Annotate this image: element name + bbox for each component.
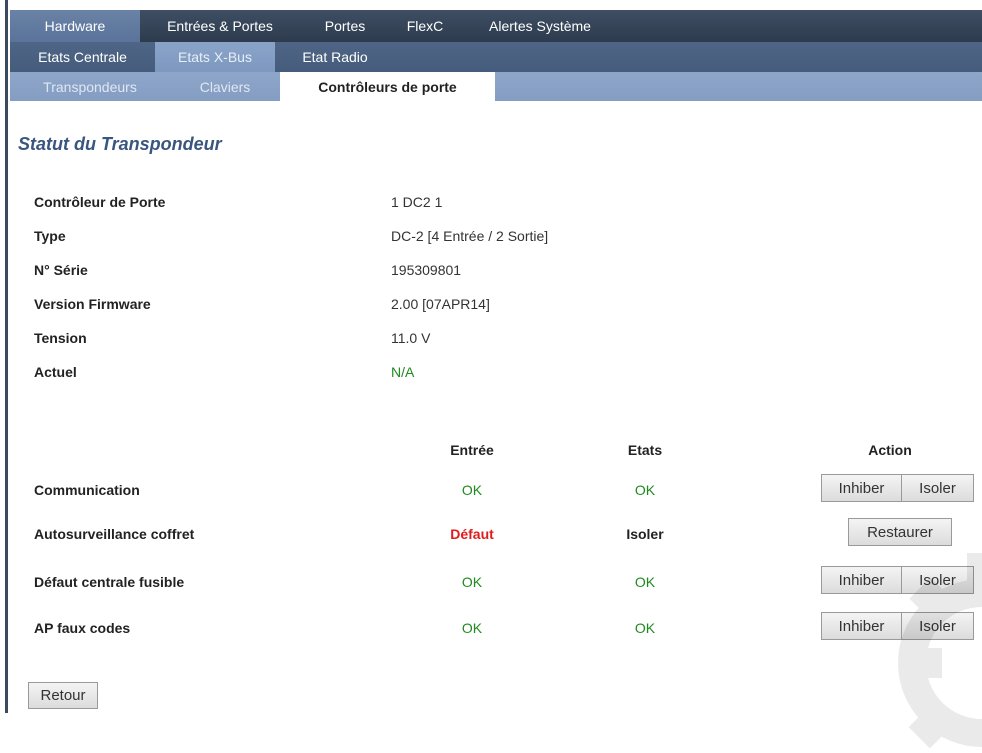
tab-portes[interactable]: Portes <box>300 10 390 42</box>
nav-row-status: Etats Centrale Etats X-Bus Etat Radio <box>10 42 982 72</box>
row-label: Communication <box>34 482 140 498</box>
input-status: OK <box>461 574 483 590</box>
tab-transpondeurs[interactable]: Transpondeurs <box>10 72 170 101</box>
controller-label: Contrôleur de Porte <box>34 194 166 210</box>
back-button[interactable]: Retour <box>28 682 98 709</box>
state-status: OK <box>634 482 656 498</box>
serial-value: 195309801 <box>391 262 462 278</box>
voltage-label: Tension <box>34 330 87 346</box>
state-status: OK <box>634 620 656 636</box>
tab-hardware[interactable]: Hardware <box>10 10 140 42</box>
isolate-button[interactable]: Isoler <box>902 474 974 502</box>
tab-etats-xbus[interactable]: Etats X-Bus <box>155 42 275 72</box>
tab-entrees-portes[interactable]: Entrées & Portes <box>140 10 300 42</box>
inhibit-button[interactable]: Inhiber <box>821 474 902 502</box>
serial-label: N° Série <box>34 262 88 278</box>
left-border <box>0 0 8 713</box>
current-value: N/A <box>391 364 415 380</box>
tab-alertes-systeme[interactable]: Alertes Système <box>460 10 620 42</box>
row-label: Autosurveillance coffret <box>34 526 195 542</box>
status-row-fuse-fault: Défaut centrale fusible OK OK Inhiber Is… <box>34 566 974 602</box>
status-row-false-codes: AP faux codes OK OK Inhiber Isoler <box>34 612 974 648</box>
row-label: AP faux codes <box>34 620 131 636</box>
tab-controleurs-de-porte[interactable]: Contrôleurs de porte <box>280 72 495 101</box>
input-status: OK <box>461 482 483 498</box>
state-status: OK <box>634 574 656 590</box>
firmware-value: 2.00 [07APR14] <box>391 296 490 312</box>
main-frame: Hardware Entrées & Portes Portes FlexC A… <box>10 0 982 749</box>
tab-etats-centrale[interactable]: Etats Centrale <box>10 42 155 72</box>
header-action: Action <box>868 442 912 458</box>
type-value: DC-2 [4 Entrée / 2 Sortie] <box>391 228 549 244</box>
action-buttons: Inhiber Isoler <box>821 474 974 502</box>
firmware-label: Version Firmware <box>34 296 151 312</box>
type-label: Type <box>34 228 66 244</box>
input-status: OK <box>461 620 483 636</box>
tab-claviers[interactable]: Claviers <box>170 72 280 101</box>
nav-row-xbus: Transpondeurs Claviers Contrôleurs de po… <box>10 72 982 101</box>
tab-etat-radio[interactable]: Etat Radio <box>275 42 395 72</box>
nav-row-main: Hardware Entrées & Portes Portes FlexC A… <box>10 10 982 42</box>
input-status: Défaut <box>450 526 494 542</box>
tab-flexc[interactable]: FlexC <box>390 10 460 42</box>
header-input: Entrée <box>450 442 494 458</box>
page-title: Statut du Transpondeur <box>18 134 222 154</box>
row-label: Défaut centrale fusible <box>34 574 185 590</box>
status-row-communication: Communication OK OK Inhiber Isoler <box>34 474 974 510</box>
state-status: Isoler <box>626 526 664 542</box>
header-state: Etats <box>627 442 663 458</box>
current-label: Actuel <box>34 364 77 380</box>
gear-watermark-icon <box>898 553 982 749</box>
status-row-tamper: Autosurveillance coffret Défaut Isoler R… <box>34 518 974 554</box>
voltage-value: 11.0 V <box>391 330 431 346</box>
controller-value: 1 DC2 1 <box>391 194 443 210</box>
